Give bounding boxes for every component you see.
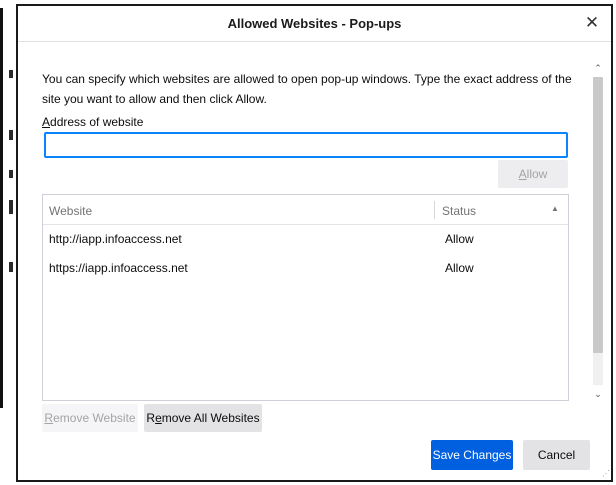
remove-all-prefix: R [146,411,156,425]
background-fragment [9,170,13,178]
dialog-title: Allowed Websites - Pop-ups [227,16,402,31]
remove-website-label-rest: emove Website [53,411,136,425]
scroll-up-arrow-icon[interactable]: ⌃ [591,61,605,75]
status-cell: Allow [445,261,474,275]
remove-website-button[interactable]: Remove Website [42,404,138,432]
table-header: Website Status ▲ [43,195,568,225]
background-fragment [9,130,13,140]
resize-grip-icon[interactable]: ⋰ [602,469,610,478]
save-changes-button[interactable]: Save Changes [431,440,513,470]
allow-button[interactable]: Allow [498,160,568,188]
address-label: Address of website [42,115,143,129]
intro-text: You can specify which websites are allow… [42,72,572,106]
remove-all-websites-button[interactable]: Remove All Websites [144,404,262,432]
remove-all-label-rest: move All Websites [161,411,260,425]
address-input[interactable] [44,132,568,158]
table-row[interactable]: http://iapp.infoaccess.net Allow [43,225,568,253]
scrollbar-thumb[interactable] [593,77,603,353]
close-icon[interactable]: ✕ [581,12,603,34]
column-divider[interactable] [434,201,435,219]
address-label-access-key: A [42,115,51,129]
background-fragment [9,70,13,78]
sort-ascending-icon[interactable]: ▲ [551,204,559,213]
remove-website-access-key: R [44,411,54,425]
website-cell: https://iapp.infoaccess.net [49,261,188,275]
table-row[interactable]: https://iapp.infoaccess.net Allow [43,254,568,282]
background-fragment [9,262,13,272]
column-header-website[interactable]: Website [49,204,92,218]
allowed-websites-dialog: Allowed Websites - Pop-ups ✕ You can spe… [16,4,613,482]
background-fragment [9,200,13,214]
websites-table: Website Status ▲ http://iapp.infoaccess.… [42,194,569,401]
allow-access-key: A [518,167,527,181]
remove-all-access-key: e [155,411,162,425]
allow-label-rest: llow [526,167,548,181]
address-label-rest: ddress of website [50,115,144,129]
background-window-edge [0,0,16,485]
background-window-border [0,8,3,408]
dialog-content: You can specify which websites are allow… [18,43,611,480]
website-cell: http://iapp.infoaccess.net [49,232,182,246]
dialog-titlebar: Allowed Websites - Pop-ups ✕ [18,6,611,42]
scroll-down-arrow-icon[interactable]: ⌄ [591,387,605,401]
cancel-button[interactable]: Cancel [523,440,590,470]
column-header-status[interactable]: Status [442,204,476,218]
status-cell: Allow [445,232,474,246]
content-scrollbar[interactable]: ⌃ ⌄ [591,61,605,401]
